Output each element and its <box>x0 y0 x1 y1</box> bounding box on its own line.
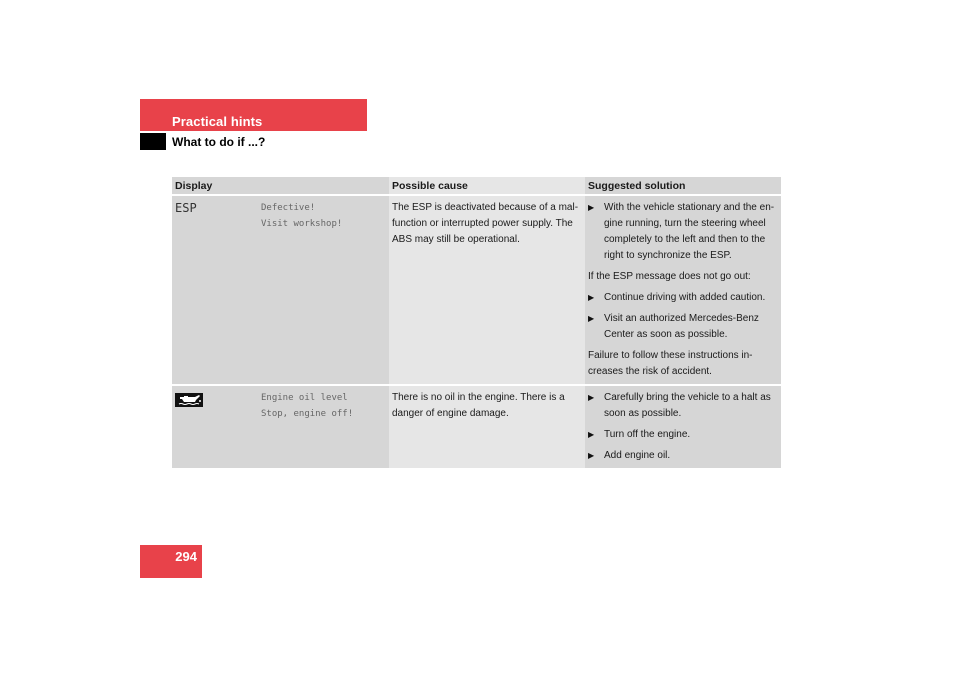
column-header-cause: Possible cause <box>389 177 585 196</box>
column-header-solution: Suggested solution <box>585 177 781 196</box>
cause-text: The ESP is deactivated because of a mal-… <box>392 202 579 245</box>
solution-step: ▶ Turn off the engine. <box>588 427 778 443</box>
cause-cell: The ESP is deactivated because of a mal-… <box>389 195 585 386</box>
display-message-line: Engine oil level <box>261 393 348 403</box>
display-message-line: Defective! <box>261 203 316 213</box>
solution-cell: ▶ With the vehicle stationary and the en… <box>585 195 781 386</box>
solution-step: ▶ With the vehicle stationary and the en… <box>588 200 778 264</box>
section-title: Practical hints <box>172 114 263 129</box>
page-number: 294 <box>175 549 197 564</box>
arrow-bullet-icon: ▶ <box>588 293 595 302</box>
column-header-display: Display <box>172 177 389 196</box>
display-message-line: Visit workshop! <box>261 219 343 229</box>
display-message: Engine oil level Stop, engine off! <box>261 390 353 422</box>
solution-cell: ▶ Carefully bring the vehicle to a halt … <box>585 385 781 470</box>
arrow-bullet-icon: ▶ <box>588 451 595 460</box>
solution-step: ▶ Add engine oil. <box>588 448 778 464</box>
table-header-row: Display Possible cause Suggested solutio… <box>172 177 781 196</box>
display-cell: Engine oil level Stop, engine off! <box>172 385 389 470</box>
display-code: ESP <box>175 201 197 215</box>
table-row: Engine oil level Stop, engine off! There… <box>172 385 781 470</box>
arrow-bullet-icon: ▶ <box>588 430 595 439</box>
arrow-bullet-icon: ▶ <box>588 203 595 212</box>
solution-step: ▶ Carefully bring the vehicle to a halt … <box>588 390 778 422</box>
subsection-title: What to do if ...? <box>172 135 266 149</box>
display-cell: ESP Defective! Visit workshop! <box>172 195 389 386</box>
troubleshooting-table: Display Possible cause Suggested solutio… <box>172 177 781 470</box>
cause-text: There is no oil in the engine. There is … <box>392 392 565 419</box>
display-message: Defective! Visit workshop! <box>261 200 342 232</box>
display-message-line: Stop, engine off! <box>261 409 354 419</box>
solution-step: ▶ Visit an authorized Mercedes-Benz Cent… <box>588 311 778 343</box>
solution-note: If the ESP message does not go out: <box>588 271 751 282</box>
display-icon-slot <box>175 390 261 422</box>
subsection-marker <box>140 133 166 150</box>
solution-note: Failure to follow these instructions in-… <box>588 350 753 377</box>
engine-oil-icon <box>175 393 203 407</box>
table-row: ESP Defective! Visit workshop! The ESP i… <box>172 195 781 386</box>
page-number-box: 294 <box>140 545 202 578</box>
arrow-bullet-icon: ▶ <box>588 314 595 323</box>
cause-cell: There is no oil in the engine. There is … <box>389 385 585 470</box>
arrow-bullet-icon: ▶ <box>588 393 595 402</box>
solution-step: ▶ Continue driving with added caution. <box>588 290 778 306</box>
